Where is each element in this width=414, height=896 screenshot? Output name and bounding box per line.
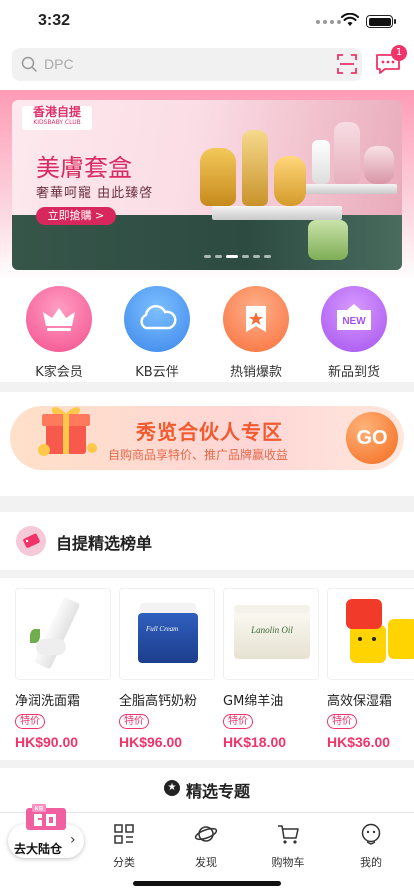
app-screen: 3:32 DPC 1 香港自提 KIDSBABY CLUB 美膚套盒 奢華呵寵 …	[0, 0, 414, 896]
message-badge: 1	[391, 45, 407, 61]
tab-cart[interactable]: 购物车	[258, 823, 318, 870]
banner-product-image	[364, 146, 394, 184]
banner-title: 美膚套盒	[36, 154, 132, 182]
tab-mainland-warehouse[interactable]: KB 去大陆仓 ›	[8, 800, 84, 862]
banner-cta-button[interactable]: 立即搶購 >	[36, 207, 116, 225]
tab-profile[interactable]: 我的	[341, 823, 401, 870]
category-label: K家会员	[35, 365, 83, 380]
featured-topics-title: 精选专题	[186, 782, 251, 801]
search-placeholder: DPC	[44, 56, 74, 72]
product-name: 全脂高钙奶粉	[119, 694, 198, 709]
category-grid: K家会员 KB云伴 热销爆款 NEW 新品到货	[0, 280, 414, 382]
message-button[interactable]: 1	[375, 45, 407, 76]
product-card[interactable]: 高效保湿霜 特价 HK$36.00	[327, 588, 414, 750]
banner-product-image	[334, 122, 360, 184]
product-price: HK$18.00	[223, 734, 287, 750]
category-label: 热销爆款	[229, 365, 282, 380]
banner-pedestal	[212, 206, 342, 220]
tab-label: 购物车	[271, 856, 305, 869]
planet-icon	[194, 826, 218, 842]
battery-icon	[366, 15, 396, 28]
banner-product-image	[308, 220, 348, 260]
banner-logo: 香港自提 KIDSBABY CLUB	[22, 106, 92, 130]
tab-category[interactable]: 分类	[94, 823, 154, 870]
category-item-hot[interactable]: 热销爆款	[216, 286, 296, 380]
partner-promo-section: 秀览合伙人专区 自购商品享特价、推广品牌赢收益 GO	[0, 392, 414, 496]
sale-tag-icon	[16, 526, 46, 556]
star-icon: ★	[164, 780, 180, 796]
product-card[interactable]: Lanolin Oil GM绵羊油 特价 HK$18.00	[223, 588, 319, 750]
cloud-icon	[124, 286, 190, 352]
banner-product-image	[200, 148, 236, 206]
banner-logo-main: 香港自提	[32, 105, 81, 119]
tab-discover[interactable]: 发现	[176, 823, 236, 870]
product-price: HK$96.00	[119, 734, 183, 750]
crown-icon	[26, 286, 92, 352]
product-image: Lanolin Oil	[223, 588, 319, 680]
promo-banner[interactable]: 香港自提 KIDSBABY CLUB 美膚套盒 奢華呵寵 由此臻啓 立即搶購 >	[12, 100, 402, 270]
category-item-new[interactable]: NEW 新品到货	[314, 286, 394, 380]
banner-product-image	[242, 130, 268, 206]
product-name: GM绵羊油	[223, 694, 284, 709]
product-image	[15, 588, 111, 680]
section-header: 自提精选榜单	[0, 512, 414, 570]
partner-promo-banner[interactable]: 秀览合伙人专区 自购商品享特价、推广品牌赢收益 GO	[10, 406, 404, 470]
product-image: Full Cream	[119, 588, 215, 680]
status-bar: 3:32	[0, 0, 414, 44]
grid-icon	[114, 824, 134, 844]
home-indicator	[133, 881, 281, 886]
search-icon	[21, 56, 37, 72]
banner-subtitle: 奢華呵寵 由此臻啓	[36, 186, 154, 201]
kb-logo-icon: KB	[26, 804, 66, 830]
product-price: HK$90.00	[15, 734, 79, 750]
gift-icon	[38, 407, 97, 456]
product-tag: 特价	[119, 714, 149, 729]
product-tag: 特价	[327, 714, 357, 729]
product-image	[327, 588, 414, 680]
section-title: 自提精选榜单	[56, 534, 153, 553]
product-tag: 特价	[15, 714, 45, 729]
face-icon	[361, 823, 381, 845]
cart-icon	[278, 825, 299, 844]
hot-star-icon	[223, 286, 289, 352]
tab-label: 我的	[360, 856, 382, 869]
product-card[interactable]: 净润洗面霜 特价 HK$90.00	[15, 588, 111, 750]
go-button[interactable]: GO	[346, 412, 398, 464]
partner-promo-title: 秀览合伙人专区	[136, 420, 283, 444]
product-name: 高效保湿霜	[327, 694, 393, 709]
banner-product-image	[274, 156, 306, 206]
scan-icon[interactable]	[336, 53, 358, 75]
home-tab-label: 去大陆仓	[14, 842, 63, 856]
product-price: HK$36.00	[327, 734, 391, 750]
partner-promo-subtitle: 自购商品享特价、推广品牌赢收益	[108, 448, 289, 462]
wifi-icon	[341, 13, 359, 26]
signal-icon	[316, 20, 341, 24]
svg-text:KB: KB	[35, 807, 44, 813]
tab-label: 分类	[113, 856, 135, 869]
new-tag-icon: NEW	[321, 286, 387, 352]
category-label: 新品到货	[327, 365, 380, 380]
tab-label: 发现	[195, 856, 217, 869]
banner-product-image	[312, 140, 330, 184]
banner-pagination	[204, 255, 271, 258]
category-item-cloud[interactable]: KB云伴	[117, 286, 197, 380]
search-header: DPC 1	[0, 44, 414, 90]
banner-logo-sub: KIDSBABY CLUB	[33, 119, 81, 126]
product-tag: 特价	[223, 714, 253, 729]
search-input[interactable]: DPC	[12, 48, 362, 81]
product-name: 净润洗面霜	[15, 694, 81, 709]
status-time: 3:32	[38, 12, 71, 29]
category-label: KB云伴	[135, 365, 179, 380]
product-card[interactable]: Full Cream 全脂高钙奶粉 特价 HK$96.00	[119, 588, 215, 750]
category-item-members[interactable]: K家会员	[19, 286, 99, 380]
product-list: 净润洗面霜 特价 HK$90.00 Full Cream 全脂高钙奶粉 特价 H…	[0, 578, 414, 760]
svg-text:NEW: NEW	[342, 316, 366, 327]
chevron-right-icon: ›	[70, 832, 76, 848]
